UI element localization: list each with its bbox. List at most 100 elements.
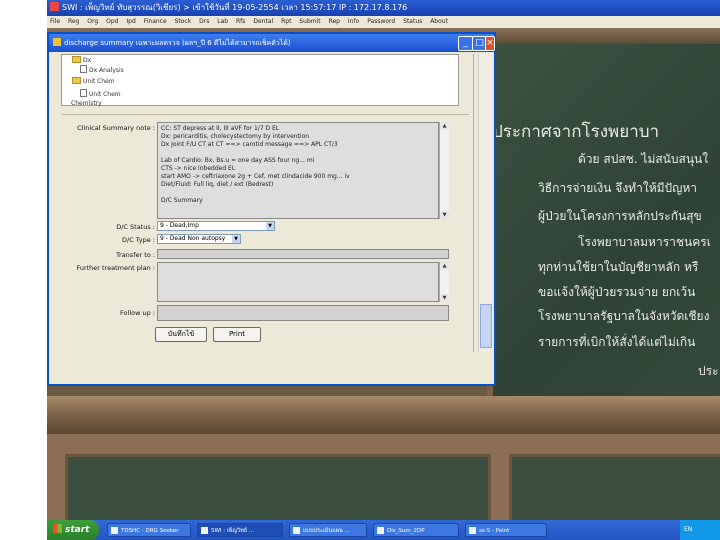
summary-line: D/C Summary [161, 197, 203, 204]
discharge-summary-window: discharge summary เฉพาะผลตรวจ (ผลฯ_ปี 6 … [47, 32, 496, 386]
app-icon [50, 2, 59, 11]
menu-lab[interactable]: Lab [217, 18, 228, 25]
dc-status-select[interactable]: 9 - Dead,Imp ▼ [157, 221, 275, 231]
system-tray: EN [680, 520, 720, 540]
board-heading: ประกาศจากโรงพยาบา [492, 122, 660, 142]
further-treatment-scrollbar[interactable]: ▲ ▼ [439, 262, 449, 302]
scroll-down-arrow-icon[interactable]: ▼ [440, 294, 449, 302]
clinical-summary-textarea[interactable]: CC: ST depress at II, III aVF for 1/7 D … [157, 122, 439, 219]
transfer-label: Transfer to : [116, 251, 155, 259]
board-line-7: โรงพยาบาลรัฐบาลในจังหวัดเชียง [538, 309, 710, 323]
summary-line [161, 149, 435, 157]
tree-item[interactable]: Unit Chem [72, 77, 115, 85]
lower-chalkboard-left [65, 454, 491, 520]
dc-type-value: 9 - Dead Non autopsy [160, 235, 226, 242]
tree-item[interactable]: Dx Analysis [80, 65, 124, 74]
summary-line: Dx Joint F/U CT at CT ==> carotid messag… [161, 141, 338, 148]
taskbar-item[interactable]: ss-5 - Paint [465, 523, 547, 537]
app-icon [293, 527, 300, 534]
tree-footer-label: Chemistry [71, 100, 102, 107]
start-button[interactable]: start [47, 520, 99, 540]
minimize-button[interactable]: _ [458, 36, 473, 51]
menu-file[interactable]: File [50, 18, 60, 25]
save-button[interactable]: บันทึกไข้ [155, 327, 207, 342]
menu-rep[interactable]: Rep [329, 18, 340, 25]
language-indicator[interactable]: EN [684, 526, 692, 533]
summary-line: CTS -> nice inbedded EL [161, 165, 236, 172]
taskbar-item[interactable]: TDSHC - DRG Seeker [107, 523, 191, 537]
menu-password[interactable]: Password [367, 18, 395, 25]
menu-rpt[interactable]: Rpt [281, 18, 291, 25]
summary-line: Lab of Cardio: Bx, Bs.u = one day ASS fo… [161, 157, 315, 164]
scroll-up-arrow-icon[interactable]: ▲ [440, 262, 449, 270]
summary-line: start AMO -> ceftriaxone 2g + Cef, met c… [161, 173, 350, 180]
further-treatment-label: Further treatment plan : [76, 264, 155, 272]
clinical-summary-label: Clinical Summary note : [77, 124, 155, 132]
app-icon [377, 527, 384, 534]
board-line-9: ประ [698, 364, 719, 378]
document-icon [80, 65, 87, 73]
transfer-input[interactable] [157, 249, 449, 259]
app-icon [201, 527, 208, 534]
windows-logo-icon [53, 524, 62, 533]
menu-info[interactable]: Info [348, 18, 359, 25]
folder-icon [72, 77, 81, 84]
menu-reg[interactable]: Reg [68, 18, 79, 25]
summary-scrollbar[interactable]: ▲ ▼ [439, 122, 449, 219]
dc-type-label: D/C Type : [122, 236, 155, 244]
menu-dental[interactable]: Dental [253, 18, 273, 25]
chevron-down-icon[interactable]: ▼ [232, 235, 240, 243]
close-button[interactable]: × [485, 36, 495, 51]
app-title-text: SWI : เพ็ญวิทย์ ทับสุวรรณ(วิเชียร) > เข้… [62, 3, 408, 12]
dc-type-select[interactable]: 9 - Dead Non autopsy ▼ [157, 234, 241, 244]
taskbar-item[interactable]: Dis_Sum_2DP [373, 523, 459, 537]
summary-line: CC: ST depress at II, III aVF for 1/7 D … [161, 125, 280, 132]
board-line-5: ทุกท่านใช้ยาในบัญชียาหลัก หรื [538, 260, 699, 274]
dialog-titlebar[interactable]: discharge summary เฉพาะผลตรวจ (ผลฯ_ปี 6 … [49, 34, 495, 52]
menu-stock[interactable]: Stock [175, 18, 192, 25]
menu-drs[interactable]: Drs [199, 18, 209, 25]
taskbar-item[interactable]: แบบประเมินแผน ... [289, 523, 367, 537]
menu-opd[interactable]: Opd [106, 18, 118, 25]
board-line-6: ขอแจ้งให้ผู้ป่วยรวมจ่าย ยกเว้น [538, 285, 696, 299]
taskbar: start TDSHC - DRG Seeker SWI : เพ็ญวิทย์… [47, 520, 720, 540]
print-button[interactable]: Print [213, 327, 261, 342]
dc-status-value: 9 - Dead,Imp [160, 222, 199, 229]
scroll-up-arrow-icon[interactable]: ▲ [440, 122, 449, 130]
board-line-3: ผู้ป่วยในโครงการหลักประกันสุข [538, 209, 702, 223]
tree-item[interactable]: Unit Chem [80, 89, 121, 98]
menu-rfs[interactable]: Rfs [236, 18, 245, 25]
app-icon [469, 527, 476, 534]
board-line-2: วิธีการจ่ายเงิน จึงทำให้มีปัญหา [538, 181, 697, 195]
app-titlebar: SWI : เพ็ญวิทย์ ทับสุวรรณ(วิเชียร) > เข้… [47, 0, 720, 16]
app-icon [111, 527, 118, 534]
follow-up-input[interactable] [157, 305, 449, 321]
follow-up-label: Follow up : [120, 309, 155, 317]
menu-status[interactable]: Status [403, 18, 422, 25]
menu-about[interactable]: About [430, 18, 448, 25]
dialog-scroll-thumb[interactable] [480, 304, 492, 348]
tree-item[interactable]: Dx [72, 56, 91, 64]
taskbar-item[interactable]: SWI : เพ็ญวิทย์ ... [197, 523, 283, 537]
scroll-down-arrow-icon[interactable]: ▼ [440, 211, 449, 219]
dc-status-label: D/C Status : [116, 223, 155, 231]
window-icon [53, 38, 61, 46]
menu-finance[interactable]: Finance [144, 18, 167, 25]
chevron-down-icon[interactable]: ▼ [266, 222, 274, 230]
document-icon [80, 89, 87, 97]
folder-icon [72, 56, 81, 63]
summary-line [161, 189, 435, 197]
menu-org[interactable]: Org [87, 18, 98, 25]
result-tree[interactable]: Dx Dx Analysis Unit Chem Unit Chem [61, 54, 459, 106]
board-line-8: รายการที่เบิกให้สั่งได้แต่ไม่เกิน [538, 335, 696, 349]
lower-chalkboard-right [509, 454, 720, 520]
further-treatment-textarea[interactable] [157, 262, 439, 302]
menu-submit[interactable]: Submit [299, 18, 320, 25]
dialog-body: Dx Dx Analysis Unit Chem Unit Chem Chemi… [57, 54, 474, 352]
board-line-4: โรงพยาบาลมหาราชนครเ [578, 235, 711, 249]
app-menubar: File Reg Org Opd Ipd Finance Stock Drs L… [47, 16, 720, 28]
dialog-scrollbar[interactable] [478, 54, 493, 352]
menu-ipd[interactable]: Ipd [126, 18, 135, 25]
summary-line: Dx: pericarditis, cholecystectomy by int… [161, 133, 310, 140]
board-line-1: ด้วย สปสช. ไม่สนับสนุนใ [578, 152, 709, 166]
